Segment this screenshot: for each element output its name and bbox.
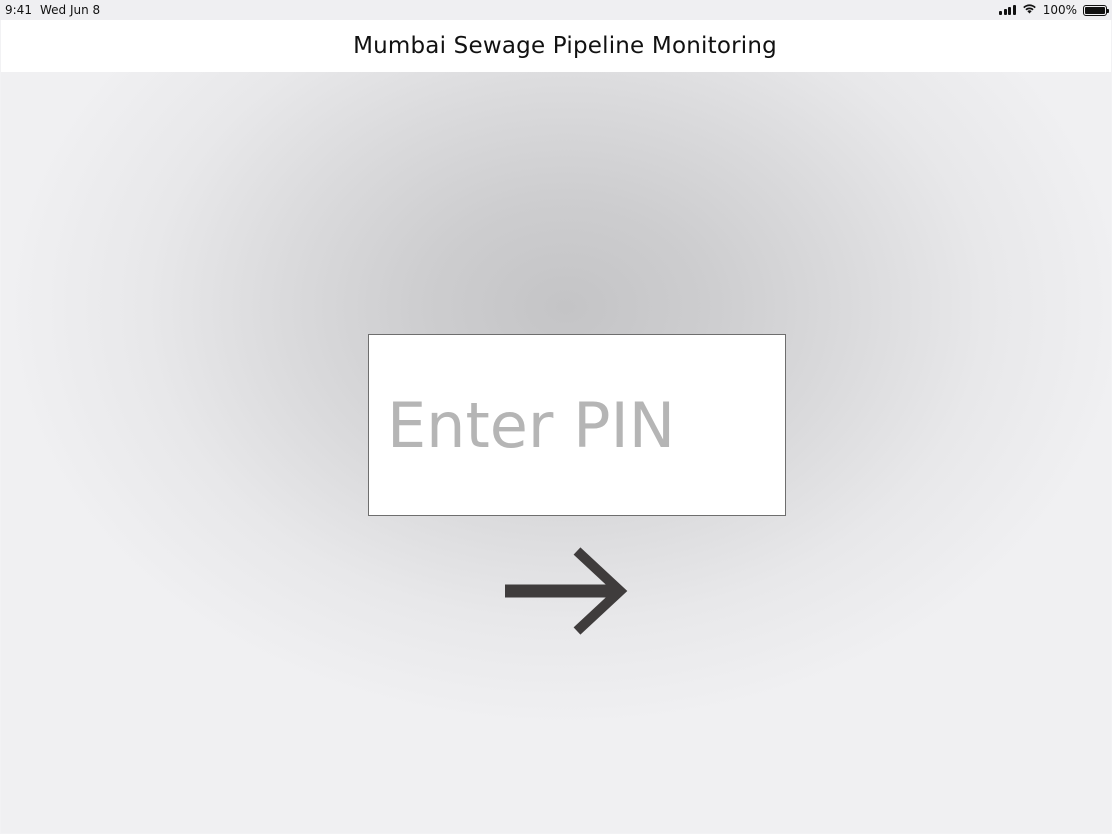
battery-level <box>1085 6 1105 14</box>
submit-button[interactable] <box>500 545 630 637</box>
pin-input[interactable] <box>368 334 786 516</box>
status-indicators: 100% <box>999 3 1109 17</box>
wifi-icon <box>1022 3 1037 17</box>
status-bar: 9:41 Wed Jun 8 100% <box>0 0 1112 20</box>
battery-icon <box>1083 4 1109 16</box>
page-title: Mumbai Sewage Pipeline Monitoring <box>353 33 777 59</box>
cellular-signal-icon <box>999 5 1016 15</box>
app-header: Mumbai Sewage Pipeline Monitoring <box>1 20 1111 72</box>
battery-percent: 100% <box>1042 3 1077 17</box>
status-date: Wed Jun 8 <box>40 3 101 17</box>
status-time: 9:41 <box>5 3 32 17</box>
arrow-right-icon <box>500 545 630 637</box>
app-window: 9:41 Wed Jun 8 100% Mumbai Sewage Pipeli… <box>0 0 1112 834</box>
